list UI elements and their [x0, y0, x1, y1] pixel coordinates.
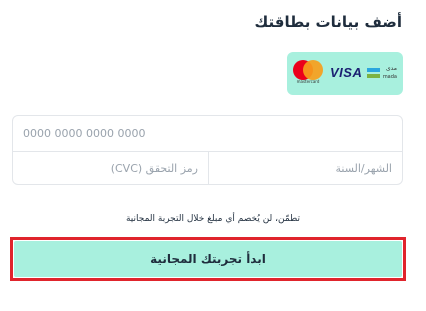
expiry-input[interactable]	[207, 151, 402, 185]
card-number-input[interactable]	[13, 116, 402, 151]
cvc-input[interactable]	[13, 151, 208, 185]
card-number-row	[13, 116, 402, 152]
field-divider	[208, 151, 209, 185]
accepted-cards-badge: mastercard VISA مدى mada	[287, 52, 403, 95]
expiry-cvc-row	[13, 151, 402, 185]
mada-icon: مدى mada	[367, 65, 397, 81]
page-title: أضف بيانات بطاقتك	[254, 13, 402, 31]
start-free-trial-button[interactable]: ابدأ تجربتك المجانية	[14, 241, 402, 277]
no-charge-note: تطمّن، لن يُخصم أي مبلغ خلال التجربة الم…	[125, 214, 300, 224]
card-details-form	[12, 115, 403, 185]
visa-icon: VISA	[330, 65, 363, 80]
mastercard-icon: mastercard	[291, 60, 325, 86]
